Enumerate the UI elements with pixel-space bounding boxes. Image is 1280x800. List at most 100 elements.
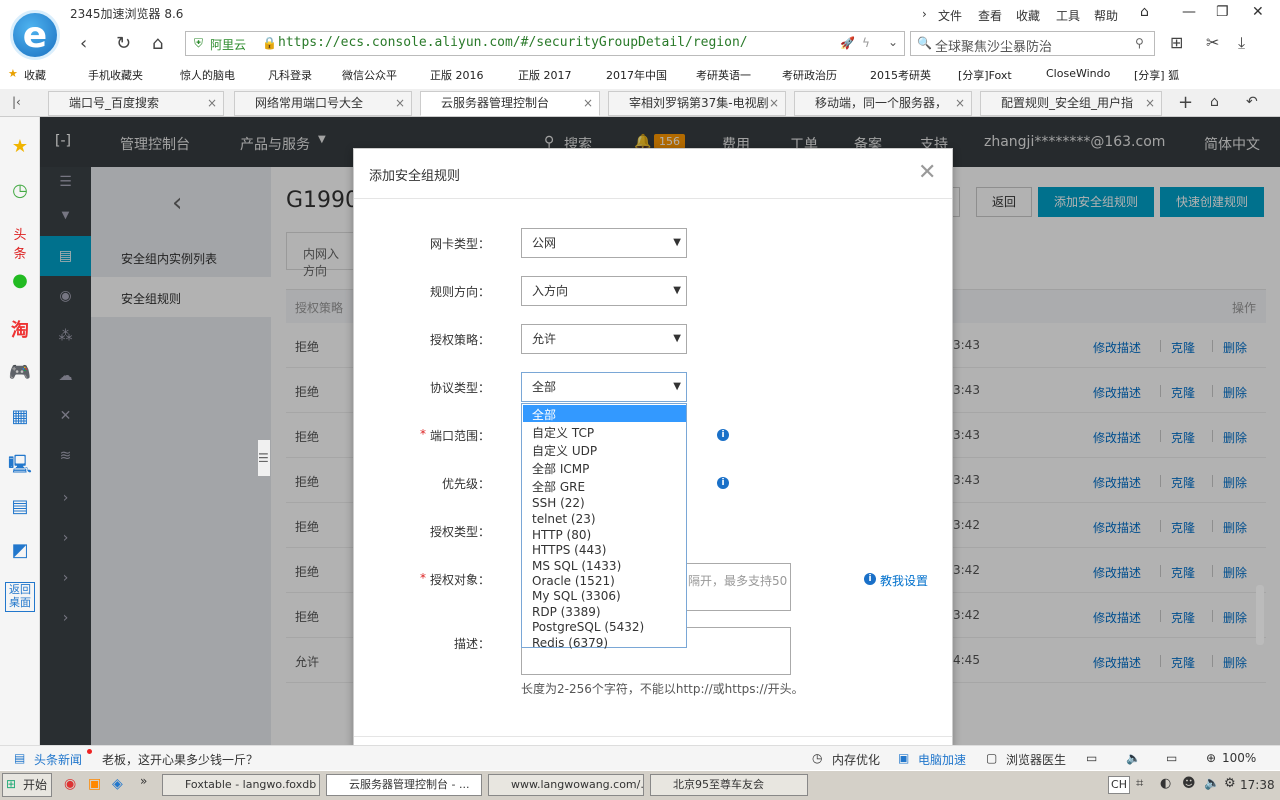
bookmark-foxt[interactable]: [分享]Foxt xyxy=(958,67,1012,83)
news-label[interactable]: 头条新闻 xyxy=(34,751,82,768)
scrollbar-thumb[interactable] xyxy=(1256,585,1264,645)
sound-icon[interactable]: 🔈 xyxy=(1126,751,1141,765)
maximize-icon[interactable]: ❐ xyxy=(1216,4,1229,20)
search-input[interactable]: 全球聚焦沙尘暴防治 xyxy=(935,36,1052,55)
bookmark-favorites[interactable]: 收藏 xyxy=(24,67,46,83)
select-direction[interactable]: 入方向 ▼ xyxy=(521,276,687,306)
bookmark-wechat[interactable]: 微信公众平 xyxy=(342,67,397,83)
tab-console[interactable]: 云服务器管理控制台 × xyxy=(420,91,600,116)
tab-mobile[interactable]: 移动端，同一个服务器， × xyxy=(794,91,972,116)
tools-icon[interactable]: ✂ xyxy=(1206,33,1219,52)
noimage-icon[interactable]: ▭ xyxy=(1086,751,1097,765)
back-icon[interactable]: ‹ xyxy=(80,33,87,54)
protocol-option[interactable]: 全部 xyxy=(532,406,556,423)
chrome-icon[interactable]: ◉ xyxy=(64,776,76,792)
menu-view[interactable]: 查看 xyxy=(978,7,1002,24)
task-langwowang[interactable]: www.langwowang.com/... xyxy=(488,774,644,796)
tab-close-icon[interactable]: × xyxy=(395,92,405,114)
favorites-star-icon[interactable]: ★ xyxy=(8,136,32,160)
close-window-icon[interactable]: ✕ xyxy=(1252,4,1264,20)
zoom-level[interactable]: 100% xyxy=(1222,751,1256,765)
bookmark-fanke[interactable]: 凡科登录 xyxy=(268,67,312,83)
protocol-option[interactable]: telnet (23) xyxy=(532,512,596,526)
tab-close-icon[interactable]: × xyxy=(1145,92,1155,114)
protocol-option[interactable]: HTTP (80) xyxy=(532,528,591,542)
browser-doctor[interactable]: 浏览器医生 xyxy=(1006,751,1066,768)
quicklaunch-more-icon[interactable]: » xyxy=(140,774,147,788)
bookmark-closewindo[interactable]: CloseWindo xyxy=(1046,67,1110,80)
tab-tv[interactable]: 宰相刘罗锅第37集-电视剧 × xyxy=(608,91,786,116)
search-engine-icon[interactable]: 🔍 xyxy=(917,36,932,50)
wechat-icon[interactable]: ● xyxy=(8,270,32,294)
bookmark-china[interactable]: 2017年中国 xyxy=(606,67,667,83)
address-bar[interactable]: ⛨ 阿里云 🔒 https://ecs.console.aliyun.com/#… xyxy=(185,31,905,56)
teach-me-link[interactable]: 教我设置 xyxy=(880,572,928,589)
undo-close-icon[interactable]: ↶ xyxy=(1246,94,1258,110)
bookmark-brain[interactable]: 惊人的脑电 xyxy=(180,67,235,83)
ime-indicator[interactable]: CH xyxy=(1108,776,1130,794)
bookmark-english[interactable]: 考研英语一 xyxy=(696,67,751,83)
tab-scroll-left-icon[interactable]: |‹ xyxy=(12,95,21,109)
tray-icon-4[interactable]: 🔈 xyxy=(1204,776,1220,791)
memory-optimize[interactable]: 内存优化 xyxy=(832,751,880,768)
bookmark-fox[interactable]: [分享] 狐 xyxy=(1134,67,1179,83)
tab-close-icon[interactable]: × xyxy=(583,92,593,114)
menu-file[interactable]: 文件 xyxy=(938,7,962,24)
calculator-icon[interactable]: ▤ xyxy=(8,496,32,520)
bookmark-kaoyan[interactable]: 2015考研英 xyxy=(870,67,931,83)
lightning-icon[interactable]: ϟ xyxy=(862,36,870,50)
game-icon[interactable]: 🎮 xyxy=(8,362,32,386)
tab-close-icon[interactable]: × xyxy=(207,92,217,114)
dialog-close-icon[interactable]: ✕ xyxy=(918,160,936,185)
protocol-option[interactable]: Redis (6379) xyxy=(532,636,608,650)
video-icon[interactable]: ▦ xyxy=(8,406,32,430)
menu-favorites[interactable]: 收藏 xyxy=(1016,7,1040,24)
apps-grid-icon[interactable]: ⊞ xyxy=(1170,33,1183,52)
protocol-option[interactable]: HTTPS (443) xyxy=(532,543,606,557)
tab-rules[interactable]: 配置规则_安全组_用户指 × xyxy=(980,91,1162,116)
tray-icon-5[interactable]: ⚙ xyxy=(1224,776,1236,791)
tray-qq-icon[interactable]: ☻ xyxy=(1182,776,1196,791)
news-headline[interactable]: 老板，这开心果多少钱一斤？ xyxy=(102,751,258,768)
select-nic-type[interactable]: 公网 ▼ xyxy=(521,228,687,258)
refresh-icon[interactable]: ↻ xyxy=(116,33,131,54)
task-chezhu[interactable]: 北京95至尊车友会 xyxy=(650,774,808,796)
protocol-option[interactable]: RDP (3389) xyxy=(532,605,601,619)
fullscreen-icon[interactable]: ▭ xyxy=(1166,751,1177,765)
protocol-option[interactable]: 自定义 UDP xyxy=(532,442,597,459)
bookmark-politics[interactable]: 考研政治历 xyxy=(782,67,837,83)
toutiao-icon[interactable]: 头条 xyxy=(8,224,32,262)
minimize-icon[interactable]: — xyxy=(1182,4,1196,20)
return-desktop-icon[interactable]: 返回桌面 xyxy=(5,582,35,612)
notepad-icon[interactable]: ◩ xyxy=(8,540,32,564)
task-foxtable[interactable]: Foxtable - langwo.foxdb xyxy=(162,774,320,796)
select-policy[interactable]: 允许 ▼ xyxy=(521,324,687,354)
download-icon[interactable]: ⤓ xyxy=(1238,33,1245,53)
new-tab-icon[interactable]: + xyxy=(1178,92,1193,113)
url-dropdown-icon[interactable]: ⌄ xyxy=(888,35,898,49)
tab-manager-icon[interactable]: ⌂ xyxy=(1210,94,1219,110)
task-console[interactable]: 云服务器管理控制台 - ... xyxy=(326,774,482,796)
url-text[interactable]: https://ecs.console.aliyun.com/#/securit… xyxy=(278,35,748,50)
pc-speedup[interactable]: 电脑加速 xyxy=(918,751,966,768)
quicklaunch-icon-2[interactable]: ▣ xyxy=(88,776,101,792)
search-bar[interactable]: 🔍 全球聚焦沙尘暴防治 ⚲ xyxy=(910,31,1155,56)
protocol-option[interactable]: 全部 ICMP xyxy=(532,460,589,477)
bookmark-mobile[interactable]: 手机收藏夹 xyxy=(88,67,143,83)
tab-close-icon[interactable]: × xyxy=(769,92,779,114)
select-protocol[interactable]: 全部 ▼ xyxy=(521,372,687,402)
protocol-option[interactable]: My SQL (3306) xyxy=(532,589,621,603)
history-clock-icon[interactable]: ◷ xyxy=(8,180,32,204)
side-collapse-handle-icon[interactable]: ☰ xyxy=(258,440,270,476)
home-icon[interactable]: ⌂ xyxy=(152,33,163,54)
protocol-option[interactable]: PostgreSQL (5432) xyxy=(532,620,644,634)
zoom-icon[interactable]: ⊕ xyxy=(1206,751,1216,765)
search-icon[interactable]: ⚲ xyxy=(1135,36,1144,50)
skin-icon[interactable]: ⌂ xyxy=(1140,4,1149,20)
protocol-option[interactable]: SSH (22) xyxy=(532,496,585,510)
tray-icon-2[interactable]: ◐ xyxy=(1160,776,1171,791)
computer-icon[interactable]: 🖳 xyxy=(8,452,32,476)
protocol-option[interactable]: 全部 GRE xyxy=(532,478,585,495)
port-info-icon[interactable]: i xyxy=(717,429,729,441)
tray-icon-1[interactable]: ⌗ xyxy=(1136,776,1143,791)
